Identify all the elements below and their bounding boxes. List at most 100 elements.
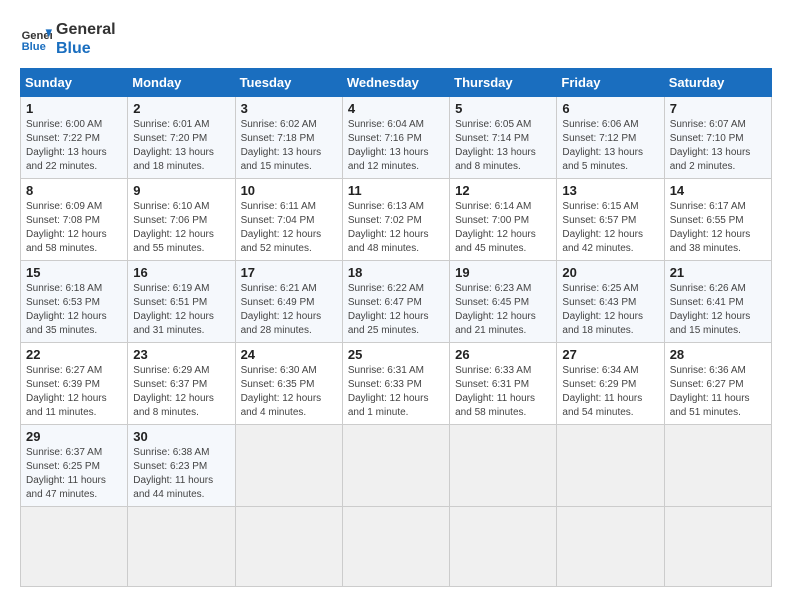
col-header-tuesday: Tuesday <box>235 69 342 97</box>
calendar-cell <box>450 507 557 587</box>
calendar-cell: 10Sunrise: 6:11 AM Sunset: 7:04 PM Dayli… <box>235 179 342 261</box>
calendar-cell: 6 Sunrise: 6:06 AM Sunset: 7:12 PM Daylig… <box>557 97 664 179</box>
day-info: Sunrise: 6:17 AM Sunset: 6:55 PM Dayligh… <box>670 200 766 256</box>
day-info: Sunrise: 6:33 AM Sunset: 6:31 PM Dayligh… <box>455 364 551 420</box>
day-number: 18 <box>348 265 444 280</box>
day-number: 21 <box>670 265 766 280</box>
calendar-cell: 2 Sunrise: 6:01 AM Sunset: 7:20 PM Daylig… <box>128 97 235 179</box>
calendar-cell: 16Sunrise: 6:19 AM Sunset: 6:51 PM Dayli… <box>128 261 235 343</box>
logo: General Blue General Blue <box>20 20 116 58</box>
day-number: 14 <box>670 183 766 198</box>
col-header-monday: Monday <box>128 69 235 97</box>
day-number: 22 <box>26 347 122 362</box>
calendar-row <box>21 507 772 587</box>
calendar-cell: 27Sunrise: 6:34 AM Sunset: 6:29 PM Dayli… <box>557 343 664 425</box>
day-number: 11 <box>348 183 444 198</box>
day-info: Sunrise: 6:31 AM Sunset: 6:33 PM Dayligh… <box>348 364 444 420</box>
calendar-cell: 24 Sunrise: 6:30 AM Sunset: 6:35 PM Dayli… <box>235 343 342 425</box>
svg-text:Blue: Blue <box>22 41 46 53</box>
calendar-row: 8Sunrise: 6:09 AM Sunset: 7:08 PM Daylig… <box>21 179 772 261</box>
day-info: Sunrise: 6:00 AM Sunset: 7:22 PM Dayligh… <box>26 118 122 174</box>
calendar-cell <box>557 507 664 587</box>
day-number: 13 <box>562 183 658 198</box>
day-number: 25 <box>348 347 444 362</box>
calendar-cell <box>235 507 342 587</box>
calendar-header: SundayMondayTuesdayWednesdayThursdayFrid… <box>21 69 772 97</box>
day-number: 6 <box>562 101 658 116</box>
day-info: Sunrise: 6:14 AM Sunset: 7:00 PM Dayligh… <box>455 200 551 256</box>
col-header-saturday: Saturday <box>664 69 771 97</box>
logo-blue: Blue <box>56 39 116 58</box>
day-info: Sunrise: 6:38 AM Sunset: 6:23 PM Dayligh… <box>133 446 229 502</box>
day-info: Sunrise: 6:09 AM Sunset: 7:08 PM Dayligh… <box>26 200 122 256</box>
calendar-cell <box>128 507 235 587</box>
calendar-cell: 25 Sunrise: 6:31 AM Sunset: 6:33 PM Dayli… <box>342 343 449 425</box>
day-info: Sunrise: 6:21 AM Sunset: 6:49 PM Dayligh… <box>241 282 337 338</box>
calendar-cell: 19Sunrise: 6:23 AM Sunset: 6:45 PM Dayli… <box>450 261 557 343</box>
day-info: Sunrise: 6:04 AM Sunset: 7:16 PM Dayligh… <box>348 118 444 174</box>
calendar-cell: 18 Sunrise: 6:22 AM Sunset: 6:47 PM Dayli… <box>342 261 449 343</box>
day-number: 26 <box>455 347 551 362</box>
calendar-cell: 23Sunrise: 6:29 AM Sunset: 6:37 PM Dayli… <box>128 343 235 425</box>
calendar-cell <box>664 507 771 587</box>
day-info: Sunrise: 6:06 AM Sunset: 7:12 PM Dayligh… <box>562 118 658 174</box>
calendar-cell: 8Sunrise: 6:09 AM Sunset: 7:08 PM Daylig… <box>21 179 128 261</box>
day-number: 28 <box>670 347 766 362</box>
day-number: 7 <box>670 101 766 116</box>
calendar-row: 15Sunrise: 6:18 AM Sunset: 6:53 PM Dayli… <box>21 261 772 343</box>
calendar-cell <box>557 425 664 507</box>
day-info: Sunrise: 6:22 AM Sunset: 6:47 PM Dayligh… <box>348 282 444 338</box>
day-number: 12 <box>455 183 551 198</box>
calendar-table: SundayMondayTuesdayWednesdayThursdayFrid… <box>20 68 772 587</box>
day-info: Sunrise: 6:15 AM Sunset: 6:57 PM Dayligh… <box>562 200 658 256</box>
day-number: 30 <box>133 429 229 444</box>
calendar-cell <box>342 425 449 507</box>
day-info: Sunrise: 6:07 AM Sunset: 7:10 PM Dayligh… <box>670 118 766 174</box>
logo-icon: General Blue <box>20 23 52 55</box>
day-info: Sunrise: 6:26 AM Sunset: 6:41 PM Dayligh… <box>670 282 766 338</box>
day-info: Sunrise: 6:34 AM Sunset: 6:29 PM Dayligh… <box>562 364 658 420</box>
page-header: General Blue General Blue <box>20 20 772 58</box>
day-number: 29 <box>26 429 122 444</box>
day-number: 16 <box>133 265 229 280</box>
calendar-cell: 30 Sunrise: 6:38 AM Sunset: 6:23 PM Dayli… <box>128 425 235 507</box>
calendar-cell: 26 Sunrise: 6:33 AM Sunset: 6:31 PM Dayli… <box>450 343 557 425</box>
day-info: Sunrise: 6:02 AM Sunset: 7:18 PM Dayligh… <box>241 118 337 174</box>
calendar-cell: 22 Sunrise: 6:27 AM Sunset: 6:39 PM Dayli… <box>21 343 128 425</box>
day-number: 1 <box>26 101 122 116</box>
day-number: 15 <box>26 265 122 280</box>
calendar-row: 1 Sunrise: 6:00 AM Sunset: 7:22 PM Daylig… <box>21 97 772 179</box>
day-info: Sunrise: 6:29 AM Sunset: 6:37 PM Dayligh… <box>133 364 229 420</box>
calendar-cell: 15Sunrise: 6:18 AM Sunset: 6:53 PM Dayli… <box>21 261 128 343</box>
day-number: 24 <box>241 347 337 362</box>
calendar-cell: 1 Sunrise: 6:00 AM Sunset: 7:22 PM Daylig… <box>21 97 128 179</box>
day-info: Sunrise: 6:13 AM Sunset: 7:02 PM Dayligh… <box>348 200 444 256</box>
day-number: 2 <box>133 101 229 116</box>
col-header-sunday: Sunday <box>21 69 128 97</box>
calendar-cell: 20Sunrise: 6:25 AM Sunset: 6:43 PM Dayli… <box>557 261 664 343</box>
day-info: Sunrise: 6:01 AM Sunset: 7:20 PM Dayligh… <box>133 118 229 174</box>
calendar-body: 1 Sunrise: 6:00 AM Sunset: 7:22 PM Daylig… <box>21 97 772 587</box>
calendar-cell: 9 Sunrise: 6:10 AM Sunset: 7:06 PM Daylig… <box>128 179 235 261</box>
day-number: 5 <box>455 101 551 116</box>
day-number: 17 <box>241 265 337 280</box>
days-row: SundayMondayTuesdayWednesdayThursdayFrid… <box>21 69 772 97</box>
calendar-cell: 21 Sunrise: 6:26 AM Sunset: 6:41 PM Dayli… <box>664 261 771 343</box>
day-info: Sunrise: 6:37 AM Sunset: 6:25 PM Dayligh… <box>26 446 122 502</box>
calendar-cell <box>235 425 342 507</box>
day-number: 9 <box>133 183 229 198</box>
calendar-cell <box>342 507 449 587</box>
calendar-cell: 11 Sunrise: 6:13 AM Sunset: 7:02 PM Dayli… <box>342 179 449 261</box>
day-number: 3 <box>241 101 337 116</box>
calendar-cell: 7 Sunrise: 6:07 AM Sunset: 7:10 PM Daylig… <box>664 97 771 179</box>
calendar-cell: 3 Sunrise: 6:02 AM Sunset: 7:18 PM Daylig… <box>235 97 342 179</box>
day-info: Sunrise: 6:10 AM Sunset: 7:06 PM Dayligh… <box>133 200 229 256</box>
col-header-friday: Friday <box>557 69 664 97</box>
day-info: Sunrise: 6:27 AM Sunset: 6:39 PM Dayligh… <box>26 364 122 420</box>
calendar-cell: 29 Sunrise: 6:37 AM Sunset: 6:25 PM Dayli… <box>21 425 128 507</box>
day-number: 20 <box>562 265 658 280</box>
day-info: Sunrise: 6:11 AM Sunset: 7:04 PM Dayligh… <box>241 200 337 256</box>
calendar-cell: 14 Sunrise: 6:17 AM Sunset: 6:55 PM Dayli… <box>664 179 771 261</box>
day-info: Sunrise: 6:30 AM Sunset: 6:35 PM Dayligh… <box>241 364 337 420</box>
calendar-cell: 28Sunrise: 6:36 AM Sunset: 6:27 PM Dayli… <box>664 343 771 425</box>
